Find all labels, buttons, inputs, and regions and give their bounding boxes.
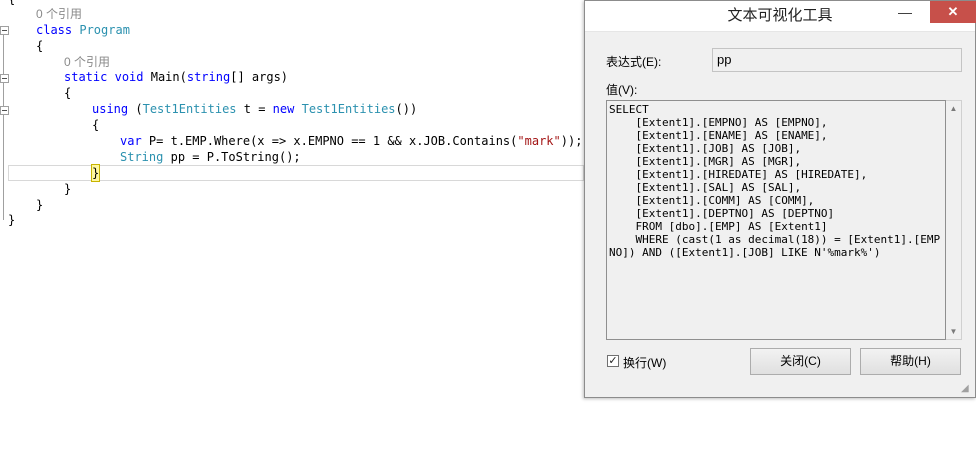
reference-count-link[interactable]: 0 个引用 — [64, 55, 110, 69]
method-signature: Main( — [150, 70, 187, 84]
brace: { — [64, 86, 72, 100]
brace: { — [8, 0, 15, 6]
string-literal: "mark" — [517, 134, 561, 148]
dialog-titlebar[interactable]: 文本可视化工具 — ✕ — [585, 1, 976, 32]
outline-guide-method — [3, 82, 4, 202]
keyword: class — [36, 23, 73, 37]
scroll-up-icon[interactable]: ▲ — [946, 101, 961, 117]
code-line: static void Main(string[] args) — [64, 69, 288, 85]
brace: } — [64, 182, 72, 196]
paren: ()) — [395, 102, 418, 116]
linq-expression-end: )); — [560, 134, 583, 148]
scroll-down-icon[interactable]: ▼ — [946, 324, 961, 340]
code-line: using (Test1Entities t = new Test1Entiti… — [92, 101, 417, 117]
code-line: String pp = P.ToString(); — [120, 149, 301, 165]
expression-label: 表达式(E): — [606, 55, 662, 69]
collapse-icon[interactable] — [0, 26, 9, 35]
code-line: var P= t.EMP.Where(x => x.EMPNO == 1 && … — [120, 133, 582, 149]
value-textarea[interactable]: SELECT [Extent1].[EMPNO] AS [EMPNO], [Ex… — [606, 100, 946, 340]
close-icon[interactable]: ✕ — [930, 1, 976, 23]
class-name: Program — [79, 23, 130, 37]
variable: t = — [243, 102, 266, 116]
keyword: static — [64, 70, 108, 84]
brace: { — [92, 118, 100, 132]
reference-count-link[interactable]: 0 个引用 — [36, 7, 82, 21]
statement: pp = P.ToString(); — [170, 150, 301, 164]
code-line: { — [8, 0, 15, 7]
code-line: } — [90, 164, 101, 182]
resize-grip-icon[interactable]: ◢ — [961, 383, 973, 395]
expression-field[interactable]: pp — [712, 48, 962, 72]
paren: ( — [135, 102, 143, 116]
method-args: [] args) — [230, 70, 289, 84]
code-line: { — [64, 85, 71, 101]
checkmark-icon: ✓ — [608, 355, 618, 367]
keyword: var — [120, 134, 142, 148]
text-visualizer-dialog: 文本可视化工具 — ✕ 表达式(E): pp 值(V): SELECT [Ext… — [584, 0, 976, 398]
keyword: string — [186, 70, 231, 84]
brace: { — [36, 39, 44, 53]
type-name: Test1Entities — [142, 102, 237, 116]
brace: } — [8, 213, 16, 227]
keyword: new — [272, 102, 295, 116]
linq-expression: P= t.EMP.Where(x => x.EMPNO == 1 && x.JO… — [148, 134, 518, 148]
code-line: } — [64, 181, 71, 197]
keyword: using — [92, 102, 129, 116]
value-scrollbar[interactable]: ▲ ▼ — [946, 100, 962, 340]
minimize-icon[interactable]: — — [890, 1, 920, 23]
matched-brace: } — [90, 164, 101, 182]
type-name: String — [120, 150, 164, 164]
wrap-label[interactable]: 换行(W) — [623, 354, 666, 371]
collapse-icon[interactable] — [0, 106, 9, 115]
code-line: class Program — [36, 22, 130, 38]
wrap-checkbox[interactable]: ✓ — [607, 355, 619, 367]
code-line: 0 个引用 — [36, 6, 82, 22]
brace: } — [36, 198, 44, 212]
code-line: { — [36, 38, 43, 54]
code-line: 0 个引用 — [64, 54, 110, 70]
code-line: { — [92, 117, 99, 133]
code-line: } — [8, 212, 15, 228]
help-button[interactable]: 帮助(H) — [860, 348, 961, 375]
collapse-icon[interactable] — [0, 74, 9, 83]
close-button[interactable]: 关闭(C) — [750, 348, 851, 375]
type-name: Test1Entities — [301, 102, 396, 116]
keyword: void — [114, 70, 144, 84]
code-line: } — [36, 197, 43, 213]
value-label: 值(V): — [606, 83, 638, 97]
